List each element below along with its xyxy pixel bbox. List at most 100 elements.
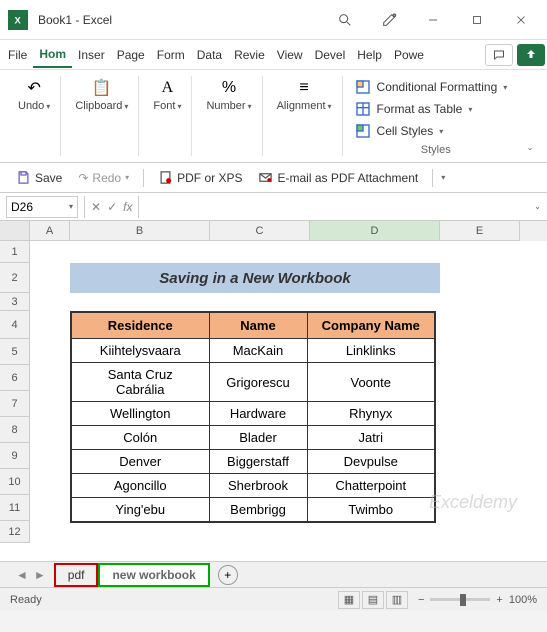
menu-page[interactable]: Page bbox=[111, 43, 151, 67]
zoom-slider[interactable] bbox=[430, 598, 490, 601]
column-header[interactable]: B bbox=[70, 221, 210, 241]
alignment-button[interactable]: ≡ Alignment▾ bbox=[273, 76, 336, 114]
table-row: DenverBiggerstaffDevpulse bbox=[71, 450, 435, 474]
row-header[interactable]: 6 bbox=[0, 365, 30, 391]
menu-review[interactable]: Revie bbox=[228, 43, 271, 67]
add-sheet-button[interactable]: + bbox=[218, 565, 238, 585]
normal-view-button[interactable]: ▦ bbox=[338, 591, 360, 609]
table-row: KiihtelysvaaraMacKainLinklinks bbox=[71, 339, 435, 363]
menu-help[interactable]: Help bbox=[351, 43, 388, 67]
menu-home[interactable]: Hom bbox=[33, 42, 72, 68]
menu-view[interactable]: View bbox=[271, 43, 309, 67]
row-header[interactable]: 4 bbox=[0, 311, 30, 339]
zoom-in-button[interactable]: + bbox=[496, 594, 502, 606]
svg-text:X: X bbox=[15, 15, 22, 25]
ribbon-collapse-button[interactable]: ⌄ bbox=[521, 76, 539, 156]
styles-group-label: Styles bbox=[355, 144, 517, 156]
undo-icon: ↶ bbox=[24, 78, 44, 98]
paste-icon: 📋 bbox=[92, 78, 112, 98]
row-header[interactable]: 9 bbox=[0, 443, 30, 469]
save-button[interactable]: Save bbox=[10, 168, 68, 187]
font-icon: A bbox=[157, 78, 177, 98]
maximize-button[interactable] bbox=[459, 6, 495, 34]
minimize-button[interactable] bbox=[415, 6, 451, 34]
number-button[interactable]: % Number▾ bbox=[202, 76, 255, 114]
column-header[interactable]: A bbox=[30, 221, 70, 241]
conditional-formatting-button[interactable]: Conditional Formatting▾ bbox=[355, 76, 517, 98]
formula-input[interactable]: ⌄ bbox=[139, 196, 547, 218]
percent-icon: % bbox=[219, 78, 239, 98]
email-icon bbox=[258, 170, 273, 185]
row-header[interactable]: 2 bbox=[0, 263, 30, 293]
redo-icon: ↷ bbox=[78, 171, 88, 185]
fx-button[interactable]: fx bbox=[123, 200, 132, 214]
data-table: Residence Name Company Name Kiihtelysvaa… bbox=[70, 311, 436, 523]
sheet-tab-pdf[interactable]: pdf bbox=[54, 563, 99, 587]
format-table-label: Format as Table bbox=[377, 102, 463, 116]
menu-developer[interactable]: Devel bbox=[309, 43, 352, 67]
row-header[interactable]: 1 bbox=[0, 241, 30, 263]
cell-styles-label: Cell Styles bbox=[377, 124, 434, 138]
undo-button[interactable]: ↶ Undo▾ bbox=[14, 76, 54, 114]
table-header[interactable]: Name bbox=[209, 312, 307, 339]
qat-dropdown[interactable]: ▾ bbox=[441, 173, 445, 182]
row-header[interactable]: 11 bbox=[0, 495, 30, 521]
tab-next-icon[interactable]: ► bbox=[34, 568, 46, 582]
comments-button[interactable] bbox=[485, 44, 513, 66]
sheet-tab-new-workbook[interactable]: new workbook bbox=[98, 563, 209, 587]
menu-insert[interactable]: Inser bbox=[72, 43, 111, 67]
table-header-row: Residence Name Company Name bbox=[71, 312, 435, 339]
tab-prev-icon[interactable]: ◄ bbox=[16, 568, 28, 582]
zoom-level[interactable]: 100% bbox=[509, 594, 537, 606]
clipboard-button[interactable]: 📋 Clipboard▾ bbox=[71, 76, 132, 114]
column-header[interactable]: D bbox=[310, 221, 440, 241]
row-header[interactable]: 8 bbox=[0, 417, 30, 443]
sheet-title-cell[interactable]: Saving in a New Workbook bbox=[70, 263, 440, 293]
menu-power[interactable]: Powe bbox=[388, 43, 430, 67]
select-all-corner[interactable] bbox=[0, 221, 30, 241]
column-header[interactable]: C bbox=[210, 221, 310, 241]
row-header[interactable]: 5 bbox=[0, 339, 30, 365]
excel-app-icon: X bbox=[8, 10, 28, 30]
watermark: Exceldemy bbox=[429, 492, 517, 513]
save-label: Save bbox=[35, 171, 62, 185]
page-break-button[interactable]: ▥ bbox=[386, 591, 408, 609]
email-pdf-button[interactable]: E-mail as PDF Attachment bbox=[252, 168, 424, 187]
table-header[interactable]: Company Name bbox=[307, 312, 435, 339]
clipboard-label: Clipboard bbox=[75, 100, 122, 112]
zoom-out-button[interactable]: − bbox=[418, 594, 424, 606]
redo-button[interactable]: ↷ Redo▾ bbox=[72, 169, 135, 187]
page-layout-button[interactable]: ▤ bbox=[362, 591, 384, 609]
spreadsheet-grid[interactable]: A B C D E 1 2 3 4 5 6 7 8 9 10 11 12 Sav… bbox=[0, 221, 547, 561]
cell-styles-button[interactable]: Cell Styles▾ bbox=[355, 120, 517, 142]
row-header[interactable]: 7 bbox=[0, 391, 30, 417]
title-bar: X Book1 - Excel bbox=[0, 0, 547, 40]
sheet-tab-bar: ◄ ► pdf new workbook + bbox=[0, 561, 547, 587]
menu-data[interactable]: Data bbox=[191, 43, 228, 67]
name-box[interactable]: D26 ▾ bbox=[6, 196, 78, 218]
number-label: Number bbox=[206, 100, 245, 112]
table-row: WellingtonHardwareRhynyx bbox=[71, 402, 435, 426]
name-box-value: D26 bbox=[11, 200, 33, 214]
share-button[interactable] bbox=[517, 44, 545, 66]
accept-formula-icon[interactable]: ✓ bbox=[107, 200, 117, 214]
search-icon[interactable] bbox=[327, 6, 363, 34]
pen-icon[interactable] bbox=[371, 6, 407, 34]
row-header[interactable]: 12 bbox=[0, 521, 30, 543]
row-header[interactable]: 3 bbox=[0, 293, 30, 311]
table-header[interactable]: Residence bbox=[71, 312, 209, 339]
menu-file[interactable]: File bbox=[2, 43, 33, 67]
conditional-label: Conditional Formatting bbox=[377, 80, 498, 94]
ribbon: ↶ Undo▾ 📋 Clipboard▾ A Font▾ % Number▾ ≡… bbox=[0, 70, 547, 163]
menu-formulas[interactable]: Form bbox=[151, 43, 191, 67]
pdf-xps-button[interactable]: PDF or XPS bbox=[152, 168, 248, 187]
status-bar: Ready ▦ ▤ ▥ − + 100% bbox=[0, 587, 547, 611]
close-button[interactable] bbox=[503, 6, 539, 34]
column-header[interactable]: E bbox=[440, 221, 520, 241]
row-header[interactable]: 10 bbox=[0, 469, 30, 495]
format-as-table-button[interactable]: Format as Table▾ bbox=[355, 98, 517, 120]
cancel-formula-icon[interactable]: ✕ bbox=[91, 200, 101, 214]
font-button[interactable]: A Font▾ bbox=[149, 76, 185, 114]
formula-bar: D26 ▾ ✕ ✓ fx ⌄ bbox=[0, 193, 547, 221]
cell-styles-icon bbox=[355, 123, 371, 139]
